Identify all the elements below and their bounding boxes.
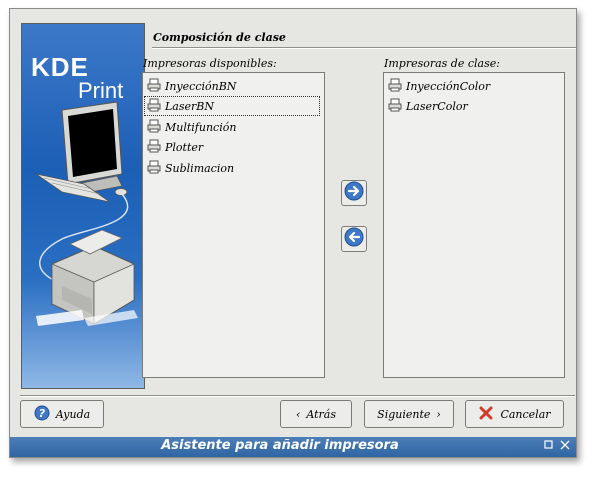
printer-icon [147,160,161,177]
list-item[interactable]: LaserColor [388,97,468,115]
kdeprint-wizard-image: KDE Print [21,23,145,389]
arrow-left-icon [344,227,364,251]
list-item-label: Multifunción [165,120,237,134]
back-button-label: Atrás [306,407,337,421]
list-item-label: LaserColor [406,99,468,113]
button-separator [20,395,575,397]
list-item-label: Plotter [165,140,204,154]
window-title: Asistente para añadir impresora [161,438,399,453]
help-button-label: Ayuda [55,407,91,421]
printer-icon [147,119,161,136]
list-item[interactable]: Multifunción [147,118,236,136]
list-item-label: InyecciónColor [406,79,491,93]
maximize-icon[interactable] [543,440,555,452]
close-icon[interactable] [559,440,571,452]
class-printers-list[interactable]: InyecciónColor LaserColor [383,72,565,378]
list-item[interactable]: InyecciónColor [388,77,490,95]
list-item[interactable]: InyecciónBN [147,77,236,95]
cancel-icon [478,405,494,424]
list-item-label: InyecciónBN [165,79,237,93]
list-item[interactable]: Sublimacion [147,159,234,177]
list-item-label: LaserBN [165,99,214,113]
next-arrow: › [436,407,441,421]
next-button[interactable]: Siguiente › [364,400,454,428]
remove-from-class-button[interactable] [341,226,367,252]
list-item[interactable]: LaserBN [144,96,320,116]
printer-icon [388,78,402,95]
title-separator [152,47,576,49]
class-printers-label: Impresoras de clase: [384,57,500,70]
cancel-button-label: Cancelar [500,407,551,421]
help-button[interactable]: ? Ayuda [20,400,104,428]
available-printers-list[interactable]: InyecciónBN LaserBN Multifunción Plotter… [142,72,325,378]
arrow-right-icon [344,181,364,205]
printer-icon [388,98,402,115]
printer-icon [147,78,161,95]
help-icon: ? [34,405,50,424]
add-to-class-button[interactable] [341,180,367,206]
window-titlebar[interactable]: Asistente para añadir impresora [10,437,576,457]
back-arrow: ‹ [295,407,301,421]
available-printers-label: Impresoras disponibles: [143,57,277,70]
svg-text:?: ? [39,407,46,420]
wizard-window: KDE Print Composición de clase Impresora… [9,8,577,458]
back-button[interactable]: ‹ Atrás [280,400,352,428]
printer-icon [147,98,161,115]
printer-icon [147,139,161,156]
list-item-label: Sublimacion [165,161,235,175]
computer-printer-illustration [35,101,138,326]
next-button-label: Siguiente [377,407,431,421]
cancel-button[interactable]: Cancelar [465,400,564,428]
list-item[interactable]: Plotter [147,138,203,156]
page-title: Composición de clase [153,31,286,44]
